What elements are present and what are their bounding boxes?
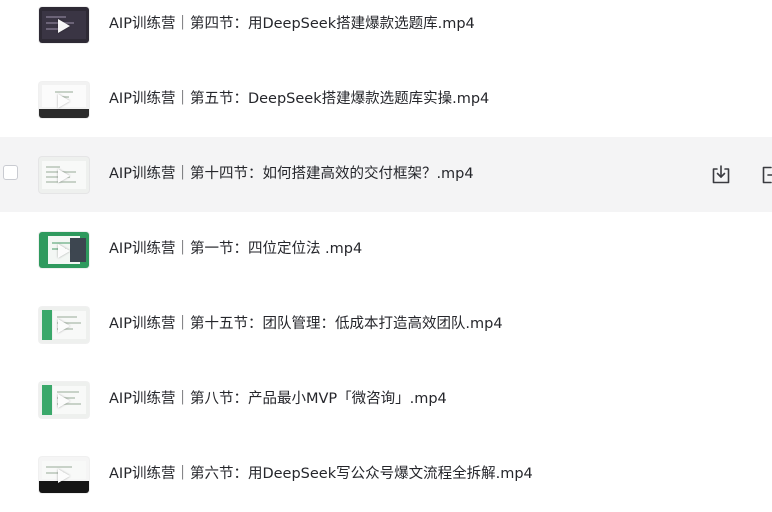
file-row-hovered[interactable]: AIP训练营｜第十四节：如何搭建高效的交付框架？.mp4 [0,137,772,212]
thumbnail-speaker [70,238,86,262]
file-row[interactable]: AIP训练营｜第四节：用DeepSeek搭建爆款选题库.mp4 [0,0,772,62]
thumbnail-footer [39,109,89,118]
thumbnail-accent [42,310,52,340]
file-name[interactable]: AIP训练营｜第五节：DeepSeek搭建爆款选题库实操.mp4 [109,89,489,109]
file-name[interactable]: AIP训练营｜第四节：用DeepSeek搭建爆款选题库.mp4 [109,14,475,34]
file-name[interactable]: AIP训练营｜第十四节：如何搭建高效的交付框架？.mp4 [109,164,474,184]
video-thumbnail[interactable] [39,307,89,343]
more-button[interactable] [759,163,772,187]
video-thumbnail[interactable] [39,232,89,268]
thumbnail-accent [42,385,52,415]
file-row[interactable]: AIP训练营｜第八节：产品最小MVP「微咨询」.mp4 [0,362,772,437]
video-thumbnail[interactable] [39,157,89,193]
play-icon [58,94,70,108]
play-icon [58,394,70,408]
file-name[interactable]: AIP训练营｜第八节：产品最小MVP「微咨询」.mp4 [109,389,447,409]
play-icon [58,469,70,483]
row-checkbox[interactable] [3,165,18,180]
play-icon [58,169,70,183]
file-row[interactable]: AIP训练营｜第一节：四位定位法 .mp4 [0,212,772,287]
video-thumbnail[interactable] [39,382,89,418]
file-name[interactable]: AIP训练营｜第六节：用DeepSeek写公众号爆文流程全拆解.mp4 [109,464,533,484]
video-thumbnail[interactable] [39,82,89,118]
video-thumbnail[interactable] [39,7,89,43]
file-row[interactable]: AIP训练营｜第五节：DeepSeek搭建爆款选题库实操.mp4 [0,62,772,137]
play-icon [58,19,70,33]
play-icon [58,319,70,333]
file-list: AIP训练营｜第四节：用DeepSeek搭建爆款选题库.mp4 AIP训练营｜第… [0,0,772,512]
video-thumbnail[interactable] [39,457,89,493]
more-icon [762,166,772,184]
file-row[interactable]: AIP训练营｜第十五节：团队管理：低成本打造高效团队.mp4 [0,287,772,362]
play-icon [58,244,70,258]
download-icon [712,165,730,184]
file-row[interactable]: AIP训练营｜第六节：用DeepSeek写公众号爆文流程全拆解.mp4 [0,437,772,512]
download-button[interactable] [709,163,733,187]
file-name[interactable]: AIP训练营｜第一节：四位定位法 .mp4 [109,239,362,259]
file-name[interactable]: AIP训练营｜第十五节：团队管理：低成本打造高效团队.mp4 [109,314,503,334]
